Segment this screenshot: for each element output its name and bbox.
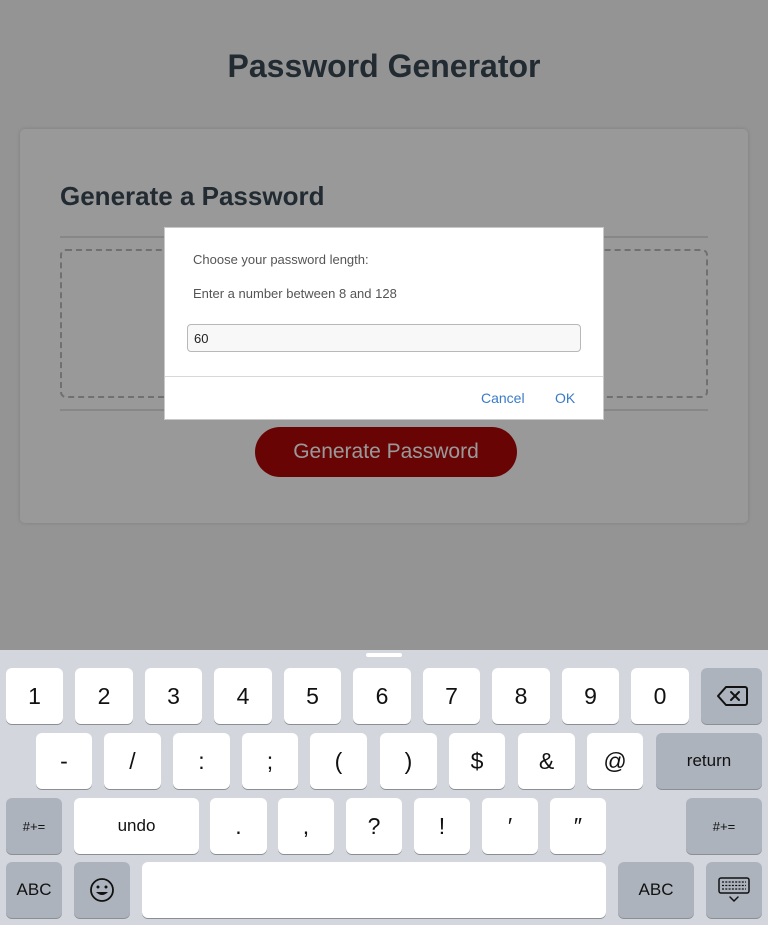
key-comma[interactable]: ,: [278, 798, 334, 854]
undo-key[interactable]: undo: [74, 798, 199, 854]
return-key[interactable]: return: [656, 733, 762, 789]
key-prime[interactable]: ′: [482, 798, 538, 854]
cancel-button[interactable]: Cancel: [481, 390, 525, 406]
key-at[interactable]: @: [587, 733, 643, 789]
key-hyphen[interactable]: -: [36, 733, 92, 789]
key-close-paren[interactable]: ): [380, 733, 437, 789]
key-slash[interactable]: /: [104, 733, 161, 789]
key-1[interactable]: 1: [6, 668, 63, 724]
key-7[interactable]: 7: [423, 668, 480, 724]
keyboard-dismiss-key[interactable]: [706, 862, 762, 918]
ok-button[interactable]: OK: [555, 390, 575, 406]
key-exclamation[interactable]: !: [414, 798, 470, 854]
space-key[interactable]: [142, 862, 606, 918]
symbols-key-left[interactable]: #+=: [6, 798, 62, 854]
key-ampersand[interactable]: &: [518, 733, 575, 789]
symbols-key-right[interactable]: #+=: [686, 798, 762, 854]
emoji-key[interactable]: [74, 862, 130, 918]
prompt-dialog: Choose your password length: Enter a num…: [164, 227, 604, 420]
key-2[interactable]: 2: [75, 668, 133, 724]
backspace-key[interactable]: [701, 668, 762, 724]
backspace-icon: [716, 686, 748, 706]
key-semicolon[interactable]: ;: [242, 733, 298, 789]
key-9[interactable]: 9: [562, 668, 619, 724]
key-double-prime[interactable]: ″: [550, 798, 606, 854]
divider: [165, 376, 603, 377]
emoji-icon: [90, 878, 114, 902]
key-colon[interactable]: :: [173, 733, 230, 789]
abc-key-left[interactable]: ABC: [6, 862, 62, 918]
key-question[interactable]: ?: [346, 798, 402, 854]
key-open-paren[interactable]: (: [310, 733, 367, 789]
dialog-title: Choose your password length:: [193, 252, 369, 267]
key-4[interactable]: 4: [214, 668, 272, 724]
key-6[interactable]: 6: [353, 668, 411, 724]
dialog-message: Enter a number between 8 and 128: [193, 286, 397, 301]
key-dollar[interactable]: $: [449, 733, 505, 789]
abc-key-right[interactable]: ABC: [618, 862, 694, 918]
key-3[interactable]: 3: [145, 668, 202, 724]
key-period[interactable]: .: [210, 798, 267, 854]
key-0[interactable]: 0: [631, 668, 689, 724]
key-8[interactable]: 8: [492, 668, 550, 724]
keyboard-handle[interactable]: [366, 653, 402, 657]
password-length-input[interactable]: [187, 324, 581, 352]
onscreen-keyboard: 1 2 3 4 5 6 7 8 9 0 - / : ; ( ) $ & @ re…: [0, 650, 768, 925]
keyboard-dismiss-icon: [718, 877, 750, 903]
key-5[interactable]: 5: [284, 668, 341, 724]
